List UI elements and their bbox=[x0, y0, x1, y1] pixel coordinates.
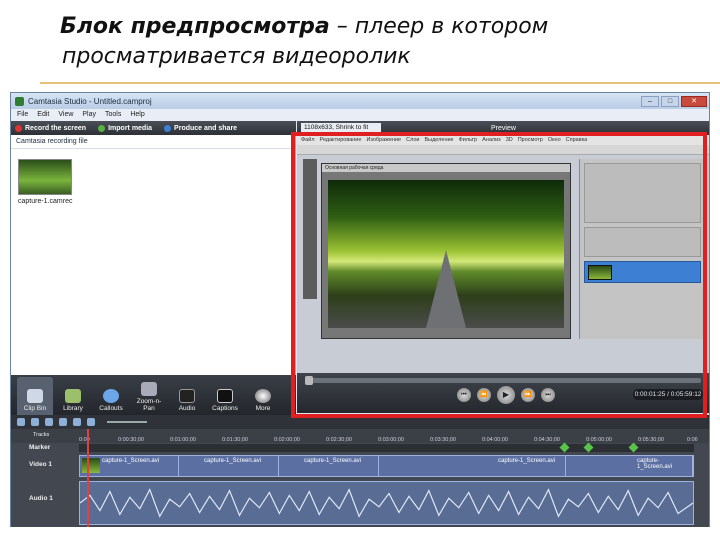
tracks-dropdown[interactable]: Tracks bbox=[33, 432, 49, 438]
video-clip-label: capture-1_Screen.avi bbox=[304, 458, 362, 464]
main-toolbar: Record the screen Import media Produce a… bbox=[11, 121, 296, 135]
import-media-button[interactable]: Import media bbox=[98, 124, 153, 132]
preview-label: Preview bbox=[491, 124, 516, 132]
timeline-zoom-slider[interactable] bbox=[107, 421, 147, 423]
tab-library[interactable]: Library bbox=[55, 377, 91, 415]
clip-thumb-icon bbox=[82, 458, 100, 473]
window-titlebar: Camtasia Studio - Untitled.camproj – □ ✕ bbox=[11, 93, 709, 109]
timeline-ruler: Tracks 0:00 0:00:30;00 0:01:00;00 0:01:3… bbox=[11, 429, 709, 443]
callouts-icon bbox=[103, 389, 119, 403]
record-screen-label: Record the screen bbox=[25, 124, 87, 132]
marker-track-label: Marker bbox=[29, 444, 51, 451]
zoom-icon bbox=[141, 382, 157, 396]
task-tabs: Clip Bin Library Callouts Zoom-n-Pan Aud… bbox=[11, 375, 296, 415]
menu-file[interactable]: File bbox=[17, 109, 28, 121]
video-clip-label: capture-1_Screen.avi bbox=[102, 458, 160, 464]
tab-zoom-n-pan[interactable]: Zoom-n-Pan bbox=[131, 377, 167, 415]
tab-zoom-label: Zoom-n-Pan bbox=[136, 398, 162, 412]
tab-captions-label: Captions bbox=[212, 405, 238, 412]
slide-title-bold: Блок предпросмотра bbox=[60, 14, 330, 39]
preview-highlight-frame bbox=[291, 132, 707, 418]
video-clip-label: capture-1_Screen.avi bbox=[637, 458, 673, 470]
tab-captions[interactable]: Captions bbox=[207, 377, 243, 415]
clip-thumbnail[interactable] bbox=[18, 159, 72, 195]
audio-waveform bbox=[80, 488, 693, 518]
window-title: Camtasia Studio - Untitled.camproj bbox=[28, 96, 152, 106]
produce-icon bbox=[164, 124, 172, 132]
video-clip[interactable]: capture-1_Screen.avi bbox=[280, 456, 379, 476]
clip-bin-header: Camtasia recording file bbox=[11, 135, 295, 149]
tab-more-label: More bbox=[255, 405, 271, 412]
import-icon bbox=[98, 124, 106, 132]
produce-share-label: Produce and share bbox=[174, 124, 238, 132]
marker-lane[interactable] bbox=[79, 444, 694, 452]
clip-bin-icon bbox=[27, 389, 43, 403]
tab-more[interactable]: More bbox=[245, 377, 281, 415]
menu-help[interactable]: Help bbox=[130, 109, 144, 121]
tab-callouts[interactable]: Callouts bbox=[93, 377, 129, 415]
video-clip[interactable]: capture-1_Screen.avi bbox=[80, 456, 179, 476]
tab-audio[interactable]: Audio bbox=[169, 377, 205, 415]
divider-rule bbox=[40, 82, 720, 84]
produce-share-button[interactable]: Produce and share bbox=[164, 124, 238, 132]
timeline-playhead[interactable] bbox=[87, 429, 89, 527]
video-clip[interactable]: capture-1_Screen.avi bbox=[180, 456, 279, 476]
tab-audio-label: Audio bbox=[178, 405, 196, 412]
split-icon[interactable] bbox=[87, 418, 95, 426]
audio-track-label: Audio 1 bbox=[29, 495, 53, 502]
video-lane[interactable]: capture-1_Screen.avi capture-1_Screen.av… bbox=[79, 455, 694, 477]
slide-title: Блок предпросмотра – плеер в котором про… bbox=[60, 12, 680, 72]
slide-title-rest: – плеер в котором bbox=[329, 14, 549, 39]
copy-icon[interactable] bbox=[59, 418, 67, 426]
record-screen-button[interactable]: Record the screen bbox=[15, 124, 87, 132]
video-clip-label: capture-1_Screen.avi bbox=[204, 458, 262, 464]
audio-lane[interactable] bbox=[79, 481, 694, 525]
cut-icon[interactable] bbox=[45, 418, 53, 426]
record-icon bbox=[15, 124, 22, 132]
more-icon bbox=[255, 389, 271, 403]
video-track-label: Video 1 bbox=[29, 461, 53, 468]
minimize-button[interactable]: – bbox=[641, 95, 659, 107]
clip-file-name: capture-1.camrec bbox=[18, 198, 73, 205]
tab-callouts-label: Callouts bbox=[99, 405, 123, 412]
paste-icon[interactable] bbox=[73, 418, 81, 426]
captions-icon bbox=[217, 389, 233, 403]
video-clip[interactable]: capture-1_Screen.avi bbox=[567, 456, 693, 476]
menu-edit[interactable]: Edit bbox=[37, 109, 49, 121]
close-button[interactable]: ✕ bbox=[681, 95, 707, 107]
audio-icon bbox=[179, 389, 195, 403]
tab-clip-bin-label: Clip Bin bbox=[23, 405, 47, 412]
tab-library-label: Library bbox=[63, 405, 83, 412]
maximize-button[interactable]: □ bbox=[661, 95, 679, 107]
menu-bar: File Edit View Play Tools Help bbox=[11, 109, 709, 121]
library-icon bbox=[65, 389, 81, 403]
menu-view[interactable]: View bbox=[58, 109, 73, 121]
clip-bin-panel: Camtasia recording file capture-1.camrec bbox=[11, 135, 296, 375]
tab-clip-bin[interactable]: Clip Bin bbox=[17, 377, 53, 415]
camtasia-logo-icon bbox=[15, 96, 24, 106]
redo-icon[interactable] bbox=[31, 418, 39, 426]
video-clip[interactable]: capture-1_Screen.avi bbox=[380, 456, 566, 476]
timeline-tracks: Marker Video 1 capture-1_Screen.avi capt… bbox=[11, 443, 709, 527]
menu-play[interactable]: Play bbox=[82, 109, 96, 121]
menu-tools[interactable]: Tools bbox=[105, 109, 121, 121]
video-clip-label: capture-1_Screen.avi bbox=[498, 458, 556, 464]
import-media-label: Import media bbox=[108, 124, 153, 132]
undo-icon[interactable] bbox=[17, 418, 25, 426]
slide-title-line2: просматривается видеоролик bbox=[62, 44, 411, 69]
